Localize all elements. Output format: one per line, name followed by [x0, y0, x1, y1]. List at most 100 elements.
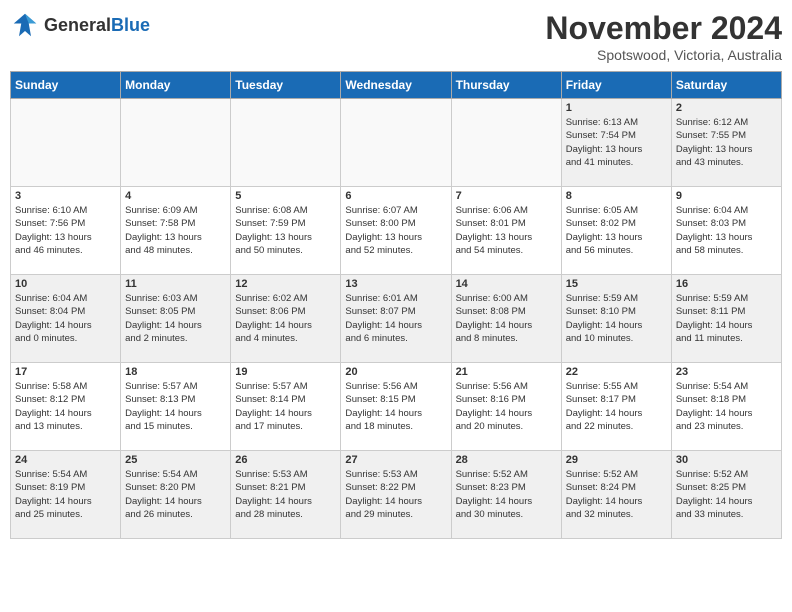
- logo-general: General: [44, 15, 111, 35]
- title-area: November 2024 Spotswood, Victoria, Austr…: [545, 10, 782, 63]
- location-title: Spotswood, Victoria, Australia: [545, 47, 782, 63]
- day-number: 24: [15, 454, 116, 466]
- day-info: Sunrise: 5:54 AM Sunset: 8:20 PM Dayligh…: [125, 468, 226, 521]
- calendar-cell: [121, 99, 231, 187]
- calendar-cell: 15 Sunrise: 5:59 AM Sunset: 8:10 PM Dayli…: [561, 275, 671, 363]
- day-info: Sunrise: 5:57 AM Sunset: 8:14 PM Dayligh…: [235, 380, 336, 433]
- calendar-cell: 4 Sunrise: 6:09 AM Sunset: 7:58 PM Daylig…: [121, 187, 231, 275]
- calendar-cell: 18Sunrise: 5:57 AM Sunset: 8:13 PM Dayli…: [121, 363, 231, 451]
- day-number: 7: [456, 190, 557, 202]
- day-info: Sunrise: 6:13 AM Sunset: 7:54 PM Dayligh…: [566, 116, 667, 169]
- day-number: 18: [125, 366, 226, 378]
- day-info: Sunrise: 6:01 AM Sunset: 8:07 PM Dayligh…: [345, 292, 446, 345]
- day-number: 29: [566, 454, 667, 466]
- calendar-cell: 16 Sunrise: 5:59 AM Sunset: 8:11 PM Dayli…: [671, 275, 781, 363]
- day-info: Sunrise: 6:05 AM Sunset: 8:02 PM Dayligh…: [566, 204, 667, 257]
- day-info: Sunrise: 5:53 AM Sunset: 8:21 PM Dayligh…: [235, 468, 336, 521]
- weekday-header-tuesday: Tuesday: [231, 72, 341, 99]
- calendar-cell: 19 Sunrise: 5:57 AM Sunset: 8:14 PM Dayli…: [231, 363, 341, 451]
- day-number: 1: [566, 102, 667, 114]
- day-info: Sunrise: 5:59 AM Sunset: 8:11 PM Dayligh…: [676, 292, 777, 345]
- calendar-cell: [451, 99, 561, 187]
- day-info: Sunrise: 5:54 AM Sunset: 8:18 PM Dayligh…: [676, 380, 777, 433]
- day-number: 5: [235, 190, 336, 202]
- calendar-cell: 25 Sunrise: 5:54 AM Sunset: 8:20 PM Dayli…: [121, 451, 231, 539]
- day-info: Sunrise: 5:52 AM Sunset: 8:25 PM Dayligh…: [676, 468, 777, 521]
- day-number: 26: [235, 454, 336, 466]
- weekday-header-saturday: Saturday: [671, 72, 781, 99]
- day-number: 4: [125, 190, 226, 202]
- logo-blue: Blue: [111, 15, 150, 35]
- weekday-header-sunday: Sunday: [11, 72, 121, 99]
- week-row-1: 3 Sunrise: 6:10 AM Sunset: 7:56 PM Daylig…: [11, 187, 782, 275]
- weekday-header-friday: Friday: [561, 72, 671, 99]
- day-info: Sunrise: 5:53 AM Sunset: 8:22 PM Dayligh…: [345, 468, 446, 521]
- day-info: Sunrise: 6:08 AM Sunset: 7:59 PM Dayligh…: [235, 204, 336, 257]
- day-number: 12: [235, 278, 336, 290]
- day-number: 14: [456, 278, 557, 290]
- logo: GeneralBlue: [10, 10, 150, 40]
- month-title: November 2024: [545, 10, 782, 47]
- day-number: 30: [676, 454, 777, 466]
- calendar-cell: 29 Sunrise: 5:52 AM Sunset: 8:24 PM Dayli…: [561, 451, 671, 539]
- calendar-cell: 2 Sunrise: 6:12 AM Sunset: 7:55 PM Daylig…: [671, 99, 781, 187]
- calendar-cell: 10Sunrise: 6:04 AM Sunset: 8:04 PM Dayli…: [11, 275, 121, 363]
- day-info: Sunrise: 5:59 AM Sunset: 8:10 PM Dayligh…: [566, 292, 667, 345]
- calendar-cell: 14Sunrise: 6:00 AM Sunset: 8:08 PM Dayli…: [451, 275, 561, 363]
- day-info: Sunrise: 5:52 AM Sunset: 8:23 PM Dayligh…: [456, 468, 557, 521]
- day-info: Sunrise: 5:52 AM Sunset: 8:24 PM Dayligh…: [566, 468, 667, 521]
- calendar-cell: 13 Sunrise: 6:01 AM Sunset: 8:07 PM Dayli…: [341, 275, 451, 363]
- calendar-cell: 21 Sunrise: 5:56 AM Sunset: 8:16 PM Dayli…: [451, 363, 561, 451]
- day-info: Sunrise: 5:56 AM Sunset: 8:16 PM Dayligh…: [456, 380, 557, 433]
- calendar-cell: 17Sunrise: 5:58 AM Sunset: 8:12 PM Dayli…: [11, 363, 121, 451]
- day-info: Sunrise: 5:54 AM Sunset: 8:19 PM Dayligh…: [15, 468, 116, 521]
- calendar-cell: 22 Sunrise: 5:55 AM Sunset: 8:17 PM Dayli…: [561, 363, 671, 451]
- weekday-header-wednesday: Wednesday: [341, 72, 451, 99]
- weekday-header-thursday: Thursday: [451, 72, 561, 99]
- day-number: 9: [676, 190, 777, 202]
- calendar-cell: 30 Sunrise: 5:52 AM Sunset: 8:25 PM Dayli…: [671, 451, 781, 539]
- day-info: Sunrise: 6:12 AM Sunset: 7:55 PM Dayligh…: [676, 116, 777, 169]
- logo-text: GeneralBlue: [44, 15, 150, 36]
- day-number: 27: [345, 454, 446, 466]
- calendar-cell: 7 Sunrise: 6:06 AM Sunset: 8:01 PM Daylig…: [451, 187, 561, 275]
- calendar: SundayMondayTuesdayWednesdayThursdayFrid…: [10, 71, 782, 539]
- day-info: Sunrise: 6:10 AM Sunset: 7:56 PM Dayligh…: [15, 204, 116, 257]
- day-number: 19: [235, 366, 336, 378]
- day-number: 13: [345, 278, 446, 290]
- calendar-cell: 12Sunrise: 6:02 AM Sunset: 8:06 PM Dayli…: [231, 275, 341, 363]
- calendar-cell: [11, 99, 121, 187]
- day-number: 8: [566, 190, 667, 202]
- calendar-cell: 8 Sunrise: 6:05 AM Sunset: 8:02 PM Daylig…: [561, 187, 671, 275]
- calendar-cell: 3 Sunrise: 6:10 AM Sunset: 7:56 PM Daylig…: [11, 187, 121, 275]
- day-info: Sunrise: 6:09 AM Sunset: 7:58 PM Dayligh…: [125, 204, 226, 257]
- day-info: Sunrise: 6:03 AM Sunset: 8:05 PM Dayligh…: [125, 292, 226, 345]
- calendar-cell: 11 Sunrise: 6:03 AM Sunset: 8:05 PM Dayli…: [121, 275, 231, 363]
- day-number: 15: [566, 278, 667, 290]
- weekday-header-row: SundayMondayTuesdayWednesdayThursdayFrid…: [11, 72, 782, 99]
- calendar-cell: 5 Sunrise: 6:08 AM Sunset: 7:59 PM Daylig…: [231, 187, 341, 275]
- day-info: Sunrise: 5:55 AM Sunset: 8:17 PM Dayligh…: [566, 380, 667, 433]
- day-number: 20: [345, 366, 446, 378]
- day-number: 11: [125, 278, 226, 290]
- day-number: 2: [676, 102, 777, 114]
- day-number: 16: [676, 278, 777, 290]
- day-number: 22: [566, 366, 667, 378]
- day-number: 28: [456, 454, 557, 466]
- calendar-cell: 9Sunrise: 6:04 AM Sunset: 8:03 PM Daylig…: [671, 187, 781, 275]
- calendar-cell: [231, 99, 341, 187]
- day-number: 10: [15, 278, 116, 290]
- day-info: Sunrise: 6:06 AM Sunset: 8:01 PM Dayligh…: [456, 204, 557, 257]
- calendar-cell: 24 Sunrise: 5:54 AM Sunset: 8:19 PM Dayli…: [11, 451, 121, 539]
- header: GeneralBlue November 2024 Spotswood, Vic…: [10, 10, 782, 63]
- day-number: 21: [456, 366, 557, 378]
- calendar-cell: 28 Sunrise: 5:52 AM Sunset: 8:23 PM Dayli…: [451, 451, 561, 539]
- day-number: 6: [345, 190, 446, 202]
- logo-icon: [10, 10, 40, 40]
- weekday-header-monday: Monday: [121, 72, 231, 99]
- calendar-cell: [341, 99, 451, 187]
- calendar-cell: 20Sunrise: 5:56 AM Sunset: 8:15 PM Dayli…: [341, 363, 451, 451]
- day-number: 3: [15, 190, 116, 202]
- day-number: 25: [125, 454, 226, 466]
- week-row-3: 17Sunrise: 5:58 AM Sunset: 8:12 PM Dayli…: [11, 363, 782, 451]
